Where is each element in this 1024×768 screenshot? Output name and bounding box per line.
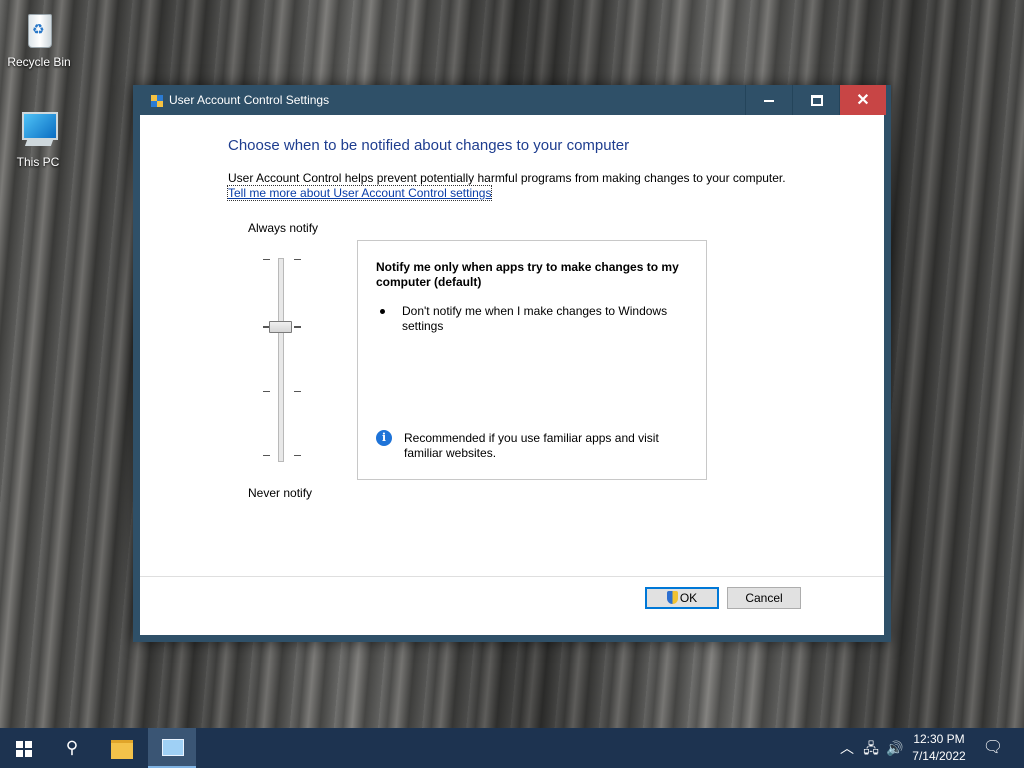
minimize-icon (764, 100, 774, 102)
maximize-button[interactable] (792, 85, 839, 115)
slider-tick (294, 326, 301, 328)
uac-settings-window: User Account Control Settings ✕ Choose w… (133, 85, 891, 642)
recycle-bin-icon (15, 8, 63, 52)
title-bar[interactable]: User Account Control Settings ✕ (133, 85, 891, 115)
notification-level-slider[interactable] (258, 255, 306, 467)
slider-tick (294, 391, 301, 392)
slider-tick (263, 391, 270, 392)
notification-icon: 🗨 (982, 739, 1004, 756)
window-title: User Account Control Settings (169, 93, 330, 107)
slider-tick (294, 259, 301, 260)
bullet-icon (380, 309, 385, 314)
search-button[interactable]: ⚲ (48, 728, 96, 768)
cancel-button[interactable]: Cancel (727, 587, 801, 609)
folder-icon (111, 740, 133, 759)
level-title: Notify me only when apps try to make cha… (376, 260, 679, 289)
desktop-icon-label: Recycle Bin (7, 55, 71, 69)
volume-button[interactable]: 🔊 (884, 728, 906, 768)
footer-divider (140, 576, 884, 577)
description-text: User Account Control helps prevent poten… (228, 171, 786, 185)
action-center-button[interactable]: 🗨 (978, 728, 1008, 768)
computer-icon (14, 108, 62, 152)
chevron-up-icon: ︿ (840, 740, 854, 756)
info-icon: i (376, 430, 392, 446)
network-button[interactable]: 🖧 (860, 728, 882, 768)
uac-app-icon (149, 92, 165, 108)
search-icon: ⚲ (65, 738, 79, 757)
volume-icon: 🔊 (886, 740, 904, 756)
slider-tick (263, 455, 270, 456)
taskbar: ⚲ ︿ 🖧 🔊 12:30 PM 7/14/2022 🗨 (0, 728, 1024, 768)
network-icon: 🖧 (863, 740, 879, 756)
desktop-icon-recycle-bin[interactable]: Recycle Bin (1, 8, 77, 69)
windows-logo-icon (16, 741, 32, 757)
dialog-body: Choose when to be notified about changes… (140, 115, 884, 635)
slider-top-label: Always notify (248, 221, 319, 235)
ok-button-label: OK (679, 591, 698, 605)
desktop-icon-this-pc[interactable]: This PC (0, 108, 76, 169)
level-bullet: Don't notify me when I make changes to W… (402, 304, 668, 333)
show-hidden-icons-button[interactable]: ︿ (838, 728, 856, 768)
clock-date: 7/14/2022 (912, 749, 966, 763)
taskbar-file-explorer[interactable] (98, 728, 146, 768)
level-description-panel: Notify me only when apps try to make cha… (357, 240, 707, 480)
close-icon: ✕ (856, 92, 870, 109)
start-button[interactable] (0, 728, 48, 768)
clock-time: 12:30 PM (913, 732, 965, 746)
desktop-icon-label: This PC (16, 155, 60, 169)
minimize-button[interactable] (745, 85, 792, 115)
close-button[interactable]: ✕ (839, 85, 886, 115)
slider-bottom-label: Never notify (248, 486, 313, 500)
uac-settings-icon (162, 739, 184, 756)
page-title: Choose when to be notified about changes… (228, 137, 630, 154)
slider-tick (294, 455, 301, 456)
maximize-icon (811, 95, 823, 106)
taskbar-uac-settings[interactable] (148, 728, 196, 768)
uac-shield-icon (666, 591, 678, 604)
recommendation-text: Recommended if you use familiar apps and… (404, 431, 659, 460)
learn-more-link[interactable]: Tell me more about User Account Control … (226, 185, 493, 201)
slider-track[interactable] (278, 258, 284, 462)
slider-thumb[interactable] (269, 321, 292, 333)
slider-tick (263, 259, 270, 260)
clock[interactable]: 12:30 PM 7/14/2022 (906, 731, 972, 765)
ok-button[interactable]: OK (645, 587, 719, 609)
